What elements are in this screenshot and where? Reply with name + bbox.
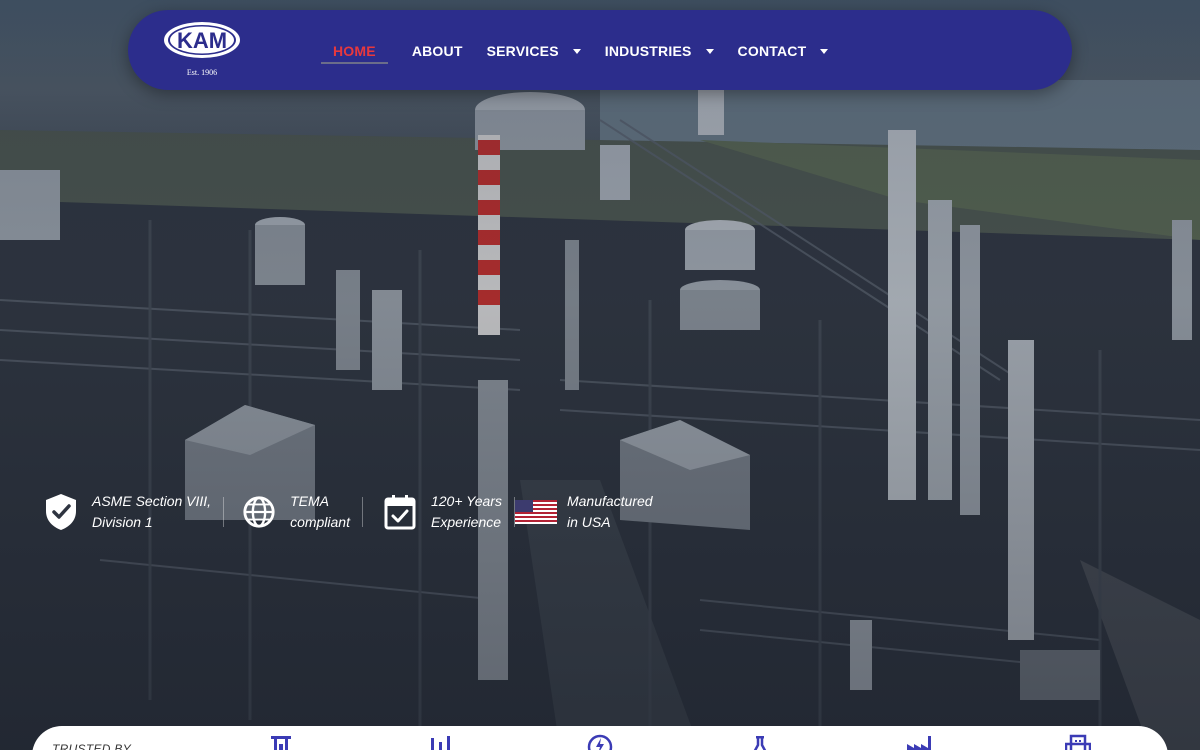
- feature-usa-text: Manufactured in USA: [567, 491, 653, 533]
- feature-usa-line2: in USA: [566, 514, 611, 530]
- feature-usa: Manufactured in USA: [514, 490, 653, 534]
- feature-tema-line2: compliant: [290, 514, 350, 530]
- feature-experience-text: 120+ Years Experience: [431, 491, 502, 533]
- nav-contact[interactable]: CONTACT: [738, 40, 829, 62]
- feature-asme-line2: Division 1: [92, 514, 153, 530]
- hero-background: [0, 0, 1200, 750]
- feature-asme-line1: ASME Section VIII,: [92, 493, 212, 509]
- nav-industries-label: INDUSTRIES: [604, 43, 692, 59]
- nav-about-label: ABOUT: [411, 43, 463, 59]
- trusted-by-label: TRUSTED BY: [52, 742, 132, 750]
- primary-nav: HOME ABOUT SERVICES INDUSTRIES CONTACT: [321, 40, 852, 64]
- nav-home-label: HOME: [333, 43, 376, 59]
- feature-experience: 120+ Years Experience: [383, 490, 502, 534]
- chevron-down-icon: [820, 48, 829, 54]
- feature-usa-line1: Manufactured: [566, 493, 653, 509]
- nav-contact-label: CONTACT: [737, 43, 807, 59]
- power-icon: [587, 734, 613, 750]
- feature-asme-text: ASME Section VIII, Division 1: [92, 491, 211, 533]
- feature-tema-line1: TEMA: [290, 493, 329, 509]
- feature-experience-line2: Experience: [430, 514, 502, 530]
- kam-logo[interactable]: KAM Est. 1906: [162, 20, 242, 78]
- refinery-icon: [271, 736, 291, 750]
- trusted-by-bar: TRUSTED BY: [32, 726, 1168, 750]
- feature-asme: ASME Section VIII, Division 1: [44, 490, 211, 534]
- lab-flask-icon: [753, 736, 767, 750]
- logo-established: Est. 1906: [186, 68, 218, 77]
- nav-services-label: SERVICES: [486, 43, 559, 59]
- nav-services[interactable]: SERVICES: [487, 40, 581, 62]
- chevron-down-icon: [572, 48, 581, 54]
- feature-strip: ASME Section VIII, Division 1 TEMA compl…: [44, 490, 653, 534]
- chevron-down-icon: [705, 48, 714, 54]
- nav-home[interactable]: HOME: [321, 40, 388, 64]
- nav-industries[interactable]: INDUSTRIES: [605, 40, 714, 62]
- feature-tema-text: TEMA compliant: [290, 491, 350, 533]
- us-flag-icon: [514, 494, 557, 530]
- calendar-check-icon: [383, 494, 417, 530]
- building-icon: [1065, 734, 1091, 750]
- feature-experience-line1: 120+ Years: [430, 493, 502, 509]
- feature-divider: [223, 497, 225, 527]
- feature-divider: [361, 497, 363, 527]
- shield-check-icon: [44, 494, 78, 530]
- hero-overlay: [0, 0, 1200, 750]
- nav-about[interactable]: ABOUT: [412, 40, 463, 62]
- logo-text: KAM: [177, 28, 227, 53]
- chemical-plant-icon: [431, 736, 450, 750]
- globe-icon: [242, 494, 276, 530]
- main-navbar: KAM Est. 1906 HOME ABOUT SERVICES INDUST…: [128, 10, 1072, 90]
- feature-tema: TEMA compliant: [242, 490, 350, 534]
- kam-logo-mark: KAM: [164, 22, 240, 58]
- factory-icon: [907, 736, 931, 750]
